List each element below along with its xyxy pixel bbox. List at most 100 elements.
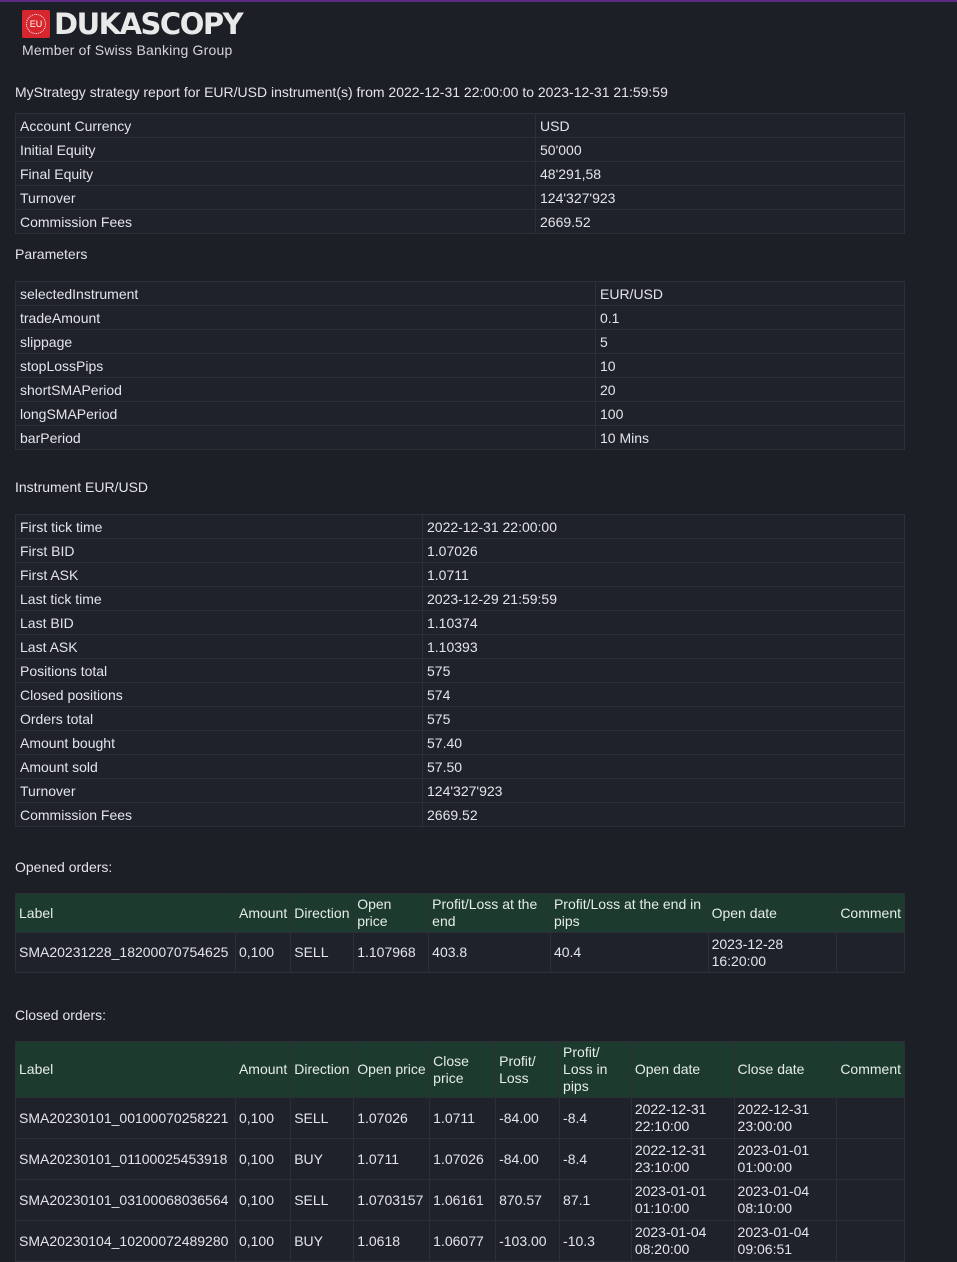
order-cell: 2023-01-04 08:20:00 bbox=[630, 1220, 735, 1262]
instrument-value: 575 bbox=[422, 706, 905, 731]
eu-badge-icon: EU bbox=[22, 10, 50, 38]
parameters-value: 100 bbox=[595, 401, 905, 426]
instrument-value: 574 bbox=[422, 682, 905, 707]
column-header: Comment bbox=[836, 1041, 905, 1098]
instrument-key: Closed positions bbox=[15, 682, 423, 707]
order-cell: 0,100 bbox=[234, 1179, 292, 1221]
instrument-key: Orders total bbox=[15, 706, 423, 731]
instrument-key: Turnover bbox=[15, 778, 423, 803]
order-cell: 0,100 bbox=[234, 1097, 292, 1139]
parameters-row: barPeriod 10 Mins bbox=[15, 425, 905, 450]
column-header: Amount bbox=[234, 1041, 292, 1098]
parameters-value: 10 Mins bbox=[595, 425, 905, 450]
summary-key: Account Currency bbox=[15, 113, 536, 138]
order-cell: SMA20230101_00100070258221 bbox=[15, 1097, 236, 1139]
summary-value: 2669.52 bbox=[535, 209, 905, 234]
order-cell: SELL bbox=[290, 1097, 355, 1139]
order-cell: SELL bbox=[290, 1179, 355, 1221]
instrument-row: Orders total 575 bbox=[15, 706, 905, 731]
order-cell: SELL bbox=[290, 932, 355, 973]
parameters-row: stopLossPips 10 bbox=[15, 353, 905, 378]
order-cell: BUY bbox=[290, 1138, 355, 1180]
instrument-title: Instrument EUR/USD bbox=[15, 479, 149, 495]
summary-row: Initial Equity 50'000 bbox=[15, 137, 905, 162]
parameters-key: slippage bbox=[15, 329, 596, 354]
instrument-row: Turnover 124'327'923 bbox=[15, 778, 905, 803]
column-header: Profit/Loss at the end bbox=[428, 893, 551, 933]
order-cell bbox=[836, 1220, 905, 1262]
order-cell: 870.57 bbox=[495, 1179, 561, 1221]
column-header: Profit/Loss at the end in pips bbox=[549, 893, 709, 933]
order-cell: SMA20231228_18200070754625 bbox=[15, 932, 236, 973]
order-cell: 1.0618 bbox=[353, 1220, 431, 1262]
order-cell: 0,100 bbox=[234, 1138, 292, 1180]
instrument-row: Positions total 575 bbox=[15, 658, 905, 683]
order-cell bbox=[836, 1097, 905, 1139]
order-cell: 0,100 bbox=[234, 932, 292, 973]
order-cell: 0,100 bbox=[234, 1220, 292, 1262]
instrument-value: 124'327'923 bbox=[422, 778, 905, 803]
order-cell: -84.00 bbox=[495, 1097, 561, 1139]
order-row: SMA20230101_00100070258221 0,100 SELL 1.070… bbox=[15, 1097, 905, 1139]
order-cell: SMA20230101_01100025453918 bbox=[15, 1138, 236, 1180]
instrument-row: First tick time 2022-12-31 22:00:00 bbox=[15, 514, 905, 539]
column-header: Comment bbox=[836, 893, 905, 933]
order-cell: -103.00 bbox=[495, 1220, 561, 1262]
summary-value: 50'000 bbox=[535, 137, 905, 162]
instrument-value: 1.07026 bbox=[422, 538, 905, 563]
parameters-key: shortSMAPeriod bbox=[15, 377, 596, 402]
order-cell: -84.00 bbox=[495, 1138, 561, 1180]
column-header: Open date bbox=[630, 1041, 735, 1098]
column-header: Profit/ Loss bbox=[495, 1041, 561, 1098]
instrument-key: Last ASK bbox=[15, 634, 423, 659]
parameters-value: 10 bbox=[595, 353, 905, 378]
instrument-value: 2669.52 bbox=[422, 802, 905, 827]
order-cell: 1.0711 bbox=[353, 1138, 431, 1180]
parameters-key: tradeAmount bbox=[15, 305, 596, 330]
order-cell: 2022-12-31 23:10:00 bbox=[630, 1138, 735, 1180]
order-row: SMA20230104_10200072489280 0,100 BUY 1.0618… bbox=[15, 1220, 905, 1262]
column-header: Direction bbox=[290, 1041, 355, 1098]
opened-orders-table: Label Amount Direction Open price Profit/Los… bbox=[15, 893, 905, 973]
order-cell: -8.4 bbox=[559, 1097, 632, 1139]
summary-key: Initial Equity bbox=[15, 137, 536, 162]
instrument-key: Amount sold bbox=[15, 754, 423, 779]
parameters-value: 5 bbox=[595, 329, 905, 354]
order-cell: 2023-01-01 01:10:00 bbox=[630, 1179, 735, 1221]
instrument-value: 575 bbox=[422, 658, 905, 683]
instrument-key: Positions total bbox=[15, 658, 423, 683]
instrument-row: Amount sold 57.50 bbox=[15, 754, 905, 779]
instrument-value: 1.0711 bbox=[422, 562, 905, 587]
order-cell: 1.06161 bbox=[429, 1179, 497, 1221]
instrument-key: First BID bbox=[15, 538, 423, 563]
instrument-row: Last ASK 1.10393 bbox=[15, 634, 905, 659]
instrument-row: First BID 1.07026 bbox=[15, 538, 905, 563]
order-cell: 1.0703157 bbox=[353, 1179, 431, 1221]
column-header: Label bbox=[15, 893, 236, 933]
order-cell: 2022-12-31 22:10:00 bbox=[630, 1097, 735, 1139]
instrument-key: Amount bought bbox=[15, 730, 423, 755]
brand-tagline: Member of Swiss Banking Group bbox=[22, 42, 233, 58]
summary-key: Final Equity bbox=[15, 161, 536, 186]
summary-key: Commission Fees bbox=[15, 209, 536, 234]
parameters-key: longSMAPeriod bbox=[15, 401, 596, 426]
column-header: Profit/ Loss in pips bbox=[559, 1041, 632, 1098]
order-cell: -10.3 bbox=[559, 1220, 632, 1262]
instrument-key: First tick time bbox=[15, 514, 423, 539]
instrument-value: 2022-12-31 22:00:00 bbox=[422, 514, 905, 539]
summary-key: Turnover bbox=[15, 185, 536, 210]
column-header: Direction bbox=[290, 893, 355, 933]
summary-value: USD bbox=[535, 113, 905, 138]
instrument-row: Last BID 1.10374 bbox=[15, 610, 905, 635]
order-cell: BUY bbox=[290, 1220, 355, 1262]
eu-badge-text: EU bbox=[29, 19, 43, 29]
instrument-value: 1.10393 bbox=[422, 634, 905, 659]
parameters-key: barPeriod bbox=[15, 425, 596, 450]
instrument-value: 57.40 bbox=[422, 730, 905, 755]
column-header: Close price bbox=[429, 1041, 497, 1098]
instrument-row: Amount bought 57.40 bbox=[15, 730, 905, 755]
instrument-row: Closed positions 574 bbox=[15, 682, 905, 707]
closed-orders-title: Closed orders: bbox=[15, 1007, 107, 1023]
summary-table: Account Currency USD Initial Equity 50'000 F… bbox=[15, 113, 905, 234]
instrument-value: 2023-12-29 21:59:59 bbox=[422, 586, 905, 611]
